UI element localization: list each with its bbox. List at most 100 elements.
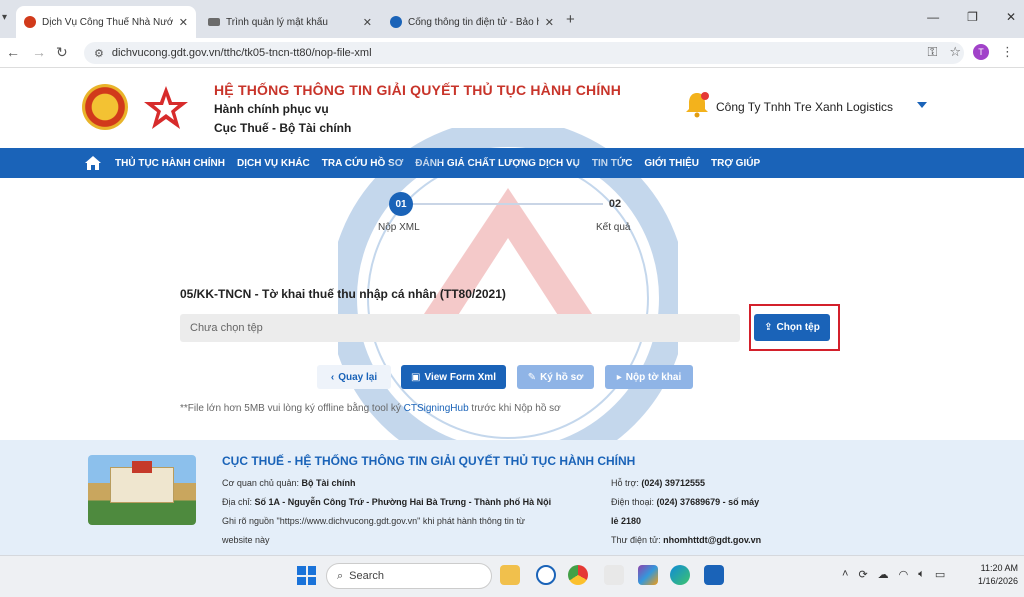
windows-start-icon[interactable] xyxy=(297,566,316,585)
windows-taskbar: ⌕ Search ˄ ⟳ ☁ ◠ 🔈︎ ▭ 11:20 AM 1/16/2026 xyxy=(0,555,1024,597)
nav-gioi-thieu[interactable]: GIỚI THIỆU xyxy=(644,158,699,169)
back-icon[interactable]: ← xyxy=(6,44,20,60)
company-name[interactable]: Công Ty Tnhh Tre Xanh Logistics xyxy=(716,100,893,114)
system-tray: ˄ ⟳ ☁ ◠ 🔈︎ ▭ xyxy=(842,568,945,581)
minimize-icon[interactable]: — xyxy=(927,10,939,24)
building-photo xyxy=(88,455,196,525)
submit-label: Nộp tờ khai xyxy=(625,371,682,383)
file-name-field[interactable]: Chưa chọn tệp xyxy=(180,314,740,342)
chrome-icon[interactable] xyxy=(568,565,588,585)
tax-favicon-icon xyxy=(24,16,36,28)
step-connector xyxy=(411,203,603,205)
tab-password-manager[interactable]: Trình quản lý mật khẩu ✕ xyxy=(200,6,380,38)
tab-cong-thong-tin[interactable]: Cổng thông tin điện tử - Bảo hi ✕ xyxy=(382,6,562,38)
back-button[interactable]: ‹ Quay lại xyxy=(317,365,391,389)
view-form-xml-button[interactable]: ▣ View Form Xml xyxy=(401,365,506,389)
close-tab-icon[interactable]: ✕ xyxy=(363,16,372,29)
url-text: dichvucong.gdt.gov.vn/tthc/tk05-tncn-tt8… xyxy=(111,47,372,59)
view-label: View Form Xml xyxy=(424,371,496,383)
ctsigninghub-link[interactable]: CTSigningHub xyxy=(404,403,469,414)
reload-icon[interactable]: ↻ xyxy=(56,44,68,61)
footer-support: Hỗ trợ: (024) 39712555 xyxy=(611,478,705,488)
back-label: Quay lại xyxy=(338,371,378,383)
site-agency: Cục Thuế - Bộ Tài chính xyxy=(214,121,352,135)
taskbar-search[interactable]: ⌕ Search xyxy=(326,563,492,589)
close-tab-icon[interactable]: ✕ xyxy=(179,16,188,29)
footer-title: CỤC THUẾ - HỆ THỐNG THÔNG TIN GIẢI QUYẾT… xyxy=(222,454,636,468)
main-nav: THỦ TỤC HÀNH CHÍNH DỊCH VỤ KHÁC TRA CỨU … xyxy=(0,148,1024,178)
step-1-indicator: 01 xyxy=(389,192,413,216)
footer-phone: Điện thoại: (024) 37689679 - số máy xyxy=(611,497,760,507)
wifi-icon[interactable]: ◠ xyxy=(899,568,909,581)
taskbar-clock[interactable]: 11:20 AM 1/16/2026 xyxy=(978,562,1018,588)
site-subtitle: Hành chính phục vụ xyxy=(214,102,329,116)
search-placeholder: Search xyxy=(349,570,385,582)
file-size-note: **File lớn hơn 5MB vui lòng ký offline b… xyxy=(180,403,561,414)
tab-search-icon[interactable]: ▾ xyxy=(2,12,7,23)
footer-source-2: website này xyxy=(222,535,270,545)
footer-phone-ext: lẻ 2180 xyxy=(611,516,642,526)
nav-tin-tuc[interactable]: TIN TỨC xyxy=(592,158,633,169)
sync-icon[interactable]: ⟳ xyxy=(858,568,867,581)
notification-bell-icon[interactable] xyxy=(684,90,710,118)
volume-icon[interactable]: 🔈︎ xyxy=(918,568,925,581)
edge-icon[interactable] xyxy=(670,565,690,585)
nav-tro-giup[interactable]: TRỢ GIÚP xyxy=(711,158,760,169)
form-title: 05/KK-TNCN - Tờ khai thuế thu nhập cá nh… xyxy=(180,287,506,301)
step-2-indicator: 02 xyxy=(608,198,622,210)
tab-title: Cổng thông tin điện tử - Bảo hi xyxy=(408,16,539,28)
site-footer: CỤC THUẾ - HỆ THỐNG THÔNG TIN GIẢI QUYẾT… xyxy=(0,440,1024,555)
upload-icon: ⇪ xyxy=(764,322,773,333)
chevron-left-icon: ‹ xyxy=(330,371,335,383)
nav-dich-vu-khac[interactable]: DỊCH VỤ KHÁC xyxy=(237,158,310,169)
sign-button[interactable]: ✎ Ký hồ sơ xyxy=(517,365,594,389)
new-tab-icon[interactable]: + xyxy=(566,11,575,28)
nav-tra-cuu-ho-so[interactable]: TRA CỨU HỒ SƠ xyxy=(322,158,403,169)
site-info-icon[interactable]: ⚙ xyxy=(94,47,104,60)
tax-logo-icon xyxy=(144,86,188,129)
home-icon[interactable] xyxy=(84,154,102,172)
sign-label: Ký hồ sơ xyxy=(540,371,584,383)
url-field[interactable]: ⚙ dichvucong.gdt.gov.vn/tthc/tk05-tncn-t… xyxy=(84,42,964,64)
tab-dich-vu-cong[interactable]: Dịch Vụ Công Thuế Nhà Nước ✕ xyxy=(16,6,196,38)
tab-title: Dịch Vụ Công Thuế Nhà Nước xyxy=(42,16,173,28)
battery-icon[interactable]: ▭ xyxy=(935,568,945,581)
site-title: HỆ THỐNG THÔNG TIN GIẢI QUYẾT THỦ TỤC HÀ… xyxy=(214,82,622,98)
footer-owner: Cơ quan chủ quản: Bộ Tài chính xyxy=(222,478,356,488)
remote-app-icon[interactable] xyxy=(704,565,724,585)
step-2-label: Kết quả xyxy=(596,222,631,233)
file-explorer-icon[interactable] xyxy=(500,565,520,585)
chevron-up-icon[interactable]: ˄ xyxy=(842,568,848,581)
company-dropdown-icon[interactable] xyxy=(917,102,927,108)
clock-time: 11:20 AM xyxy=(980,563,1018,573)
footer-source-1: Ghi rõ nguồn "https://www.dichvucong.gdt… xyxy=(222,516,525,526)
tab-title: Trình quản lý mật khẩu xyxy=(226,16,328,28)
copilot-icon[interactable] xyxy=(638,565,658,585)
forward-icon[interactable]: → xyxy=(32,44,46,60)
browser-tab-bar: ▾ Dịch Vụ Công Thuế Nhà Nước ✕ Trình quả… xyxy=(0,0,1024,38)
bookmark-star-icon[interactable]: ☆ xyxy=(949,44,961,60)
zalo-icon[interactable] xyxy=(536,565,556,585)
pen-icon: ✎ xyxy=(527,371,537,383)
address-bar: ← → ↻ ⚙ dichvucong.gdt.gov.vn/tthc/tk05-… xyxy=(0,38,1024,68)
nav-danh-gia-chat-luong[interactable]: ĐÁNH GIÁ CHẤT LƯỢNG DỊCH VỤ xyxy=(415,158,580,169)
choose-file-button[interactable]: ⇪ Chọn tệp xyxy=(754,314,830,341)
profile-avatar[interactable]: T xyxy=(973,44,989,60)
clock-date: 1/16/2026 xyxy=(977,576,1018,586)
submit-button[interactable]: ▸ Nộp tờ khai xyxy=(605,365,693,389)
password-key-icon[interactable]: ⚿ xyxy=(927,44,937,60)
national-emblem-icon xyxy=(82,84,128,130)
onedrive-icon[interactable]: ☁ xyxy=(878,568,889,581)
footer-address: Địa chỉ: Số 1A - Nguyễn Công Trứ - Phườn… xyxy=(222,497,552,507)
step-1-label: Nộp XML xyxy=(378,222,420,233)
nav-thu-tuc-hanh-chinh[interactable]: THỦ TỤC HÀNH CHÍNH xyxy=(115,158,225,169)
menu-kebab-icon[interactable]: ⋮ xyxy=(1001,44,1014,60)
portal-favicon-icon xyxy=(390,16,402,28)
window-controls: — ❐ ✕ xyxy=(927,10,1016,24)
site-header: HỆ THỐNG THÔNG TIN GIẢI QUYẾT THỦ TỤC HÀ… xyxy=(0,68,1024,148)
restore-icon[interactable]: ❐ xyxy=(967,10,978,24)
app-icon[interactable] xyxy=(604,565,624,585)
key-favicon-icon xyxy=(208,18,220,26)
close-window-icon[interactable]: ✕ xyxy=(1006,10,1016,24)
close-tab-icon[interactable]: ✕ xyxy=(545,16,554,29)
